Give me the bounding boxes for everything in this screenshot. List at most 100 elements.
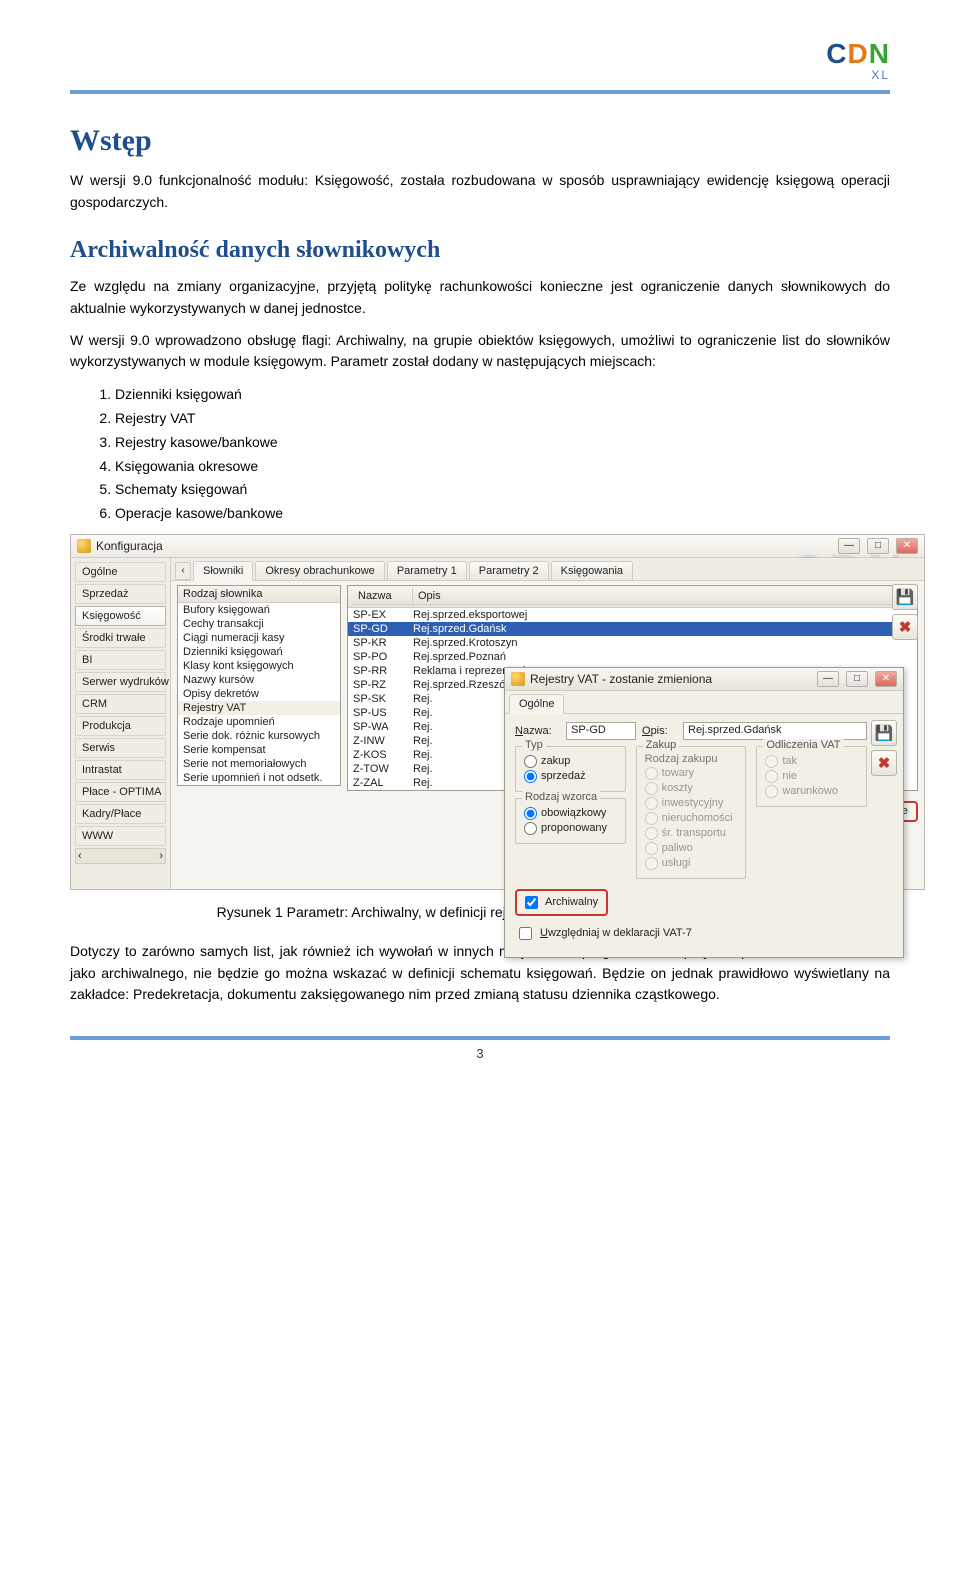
radio-paliwo: paliwo bbox=[645, 842, 738, 855]
value-row[interactable]: SP-EXRej.sprzed.eksportowej bbox=[348, 608, 917, 622]
config-window: Konfiguracja — □ ✕ CDN Ogólne Sprzedaż K… bbox=[70, 534, 925, 890]
col1-header: Rodzaj słownika bbox=[178, 586, 340, 603]
dict-row[interactable]: Dzienniki księgowań bbox=[178, 645, 340, 659]
dialog-close[interactable]: ✕ bbox=[875, 671, 897, 687]
logo: CDN XL bbox=[826, 40, 890, 82]
tab-ksiegowania[interactable]: Księgowania bbox=[551, 561, 633, 580]
dict-row[interactable]: Klasy kont księgowych bbox=[178, 659, 340, 673]
dict-row[interactable]: Serie kompensat bbox=[178, 743, 340, 757]
para-2: Ze względu na zmiany organizacyjne, przy… bbox=[70, 276, 890, 319]
group-zakup: Zakup Rodzaj zakupu towary koszty inwest… bbox=[636, 746, 747, 879]
tab-parametry2[interactable]: Parametry 2 bbox=[469, 561, 549, 580]
group-odliczenia: Odliczenia VAT tak nie warunkowo bbox=[756, 746, 867, 807]
sidebar-scrollbar[interactable]: ‹› bbox=[75, 848, 166, 864]
radio-zakup[interactable]: zakup bbox=[524, 755, 617, 768]
dict-row[interactable]: Opisy dekretów bbox=[178, 687, 340, 701]
radio-sprzedaz[interactable]: sprzedaż bbox=[524, 770, 617, 783]
zakup-sublabel: Rodzaj zakupu bbox=[645, 753, 738, 765]
dict-row[interactable]: Serie dok. różnic kursowych bbox=[178, 729, 340, 743]
config-titlebar[interactable]: Konfiguracja — □ ✕ bbox=[71, 535, 924, 558]
sidebar-item-www[interactable]: WWW bbox=[75, 826, 166, 846]
sidebar-item-serwer[interactable]: Serwer wydruków bbox=[75, 672, 166, 692]
dialog-archive-label: Archiwalny bbox=[545, 896, 598, 908]
maximize-button[interactable]: □ bbox=[867, 538, 889, 554]
dialog-archive-highlighted[interactable]: Archiwalny bbox=[515, 889, 608, 916]
sidebar-item-ksiegowosc[interactable]: Księgowość bbox=[75, 606, 166, 626]
dict-row[interactable]: Serie upomnień i not odsetk. bbox=[178, 771, 340, 785]
radio-nie: nie bbox=[765, 770, 858, 783]
list-item: Księgowania okresowe bbox=[115, 455, 890, 479]
radio-towary: towary bbox=[645, 767, 738, 780]
config-tabstrip: ‹ Słowniki Okresy obrachunkowe Parametry… bbox=[171, 558, 924, 581]
group-rodzaj-wzorca: Rodzaj wzorca obowiązkowy proponowany bbox=[515, 798, 626, 844]
dict-row[interactable]: Serie not memoriałowych bbox=[178, 757, 340, 771]
dialog-save-icon[interactable]: 💾 bbox=[871, 720, 897, 746]
dialog-icon bbox=[511, 672, 525, 686]
feature-list: Dzienniki księgowań Rejestry VAT Rejestr… bbox=[70, 383, 890, 526]
tab-slowniki[interactable]: Słowniki bbox=[193, 561, 253, 581]
heading-wstep: Wstęp bbox=[70, 124, 890, 158]
sidebar-item-sprzedaz[interactable]: Sprzedaż bbox=[75, 584, 166, 604]
tabs-scroll-left[interactable]: ‹ bbox=[175, 562, 191, 580]
sidebar-item-srodki[interactable]: Środki trwałe bbox=[75, 628, 166, 648]
dict-row-selected[interactable]: Rejestry VAT bbox=[178, 701, 340, 715]
opis-input[interactable]: Rej.sprzed.Gdańsk bbox=[683, 722, 867, 740]
logo-letter-n: N bbox=[869, 38, 890, 69]
sidebar-item-intrastat[interactable]: Intrastat bbox=[75, 760, 166, 780]
page-number: 3 bbox=[476, 1046, 483, 1061]
logo-letter-d: D bbox=[848, 38, 869, 69]
value-row[interactable]: SP-KRRej.sprzed.Krotoszyn bbox=[348, 636, 917, 650]
nazwa-label: Nazwa: bbox=[515, 725, 560, 737]
dialog-title: Rejestry VAT - zostanie zmieniona bbox=[530, 672, 810, 686]
vat-registry-dialog: Rejestry VAT - zostanie zmieniona — □ ✕ … bbox=[504, 667, 904, 958]
config-sidebar: Ogólne Sprzedaż Księgowość Środki trwałe… bbox=[71, 558, 171, 889]
value-row-selected[interactable]: SP-GDRej.sprzed.Gdańsk bbox=[348, 622, 917, 636]
sidebar-item-serwis[interactable]: Serwis bbox=[75, 738, 166, 758]
radio-obowiazkowy[interactable]: obowiązkowy bbox=[524, 807, 617, 820]
dialog-tab-ogolne[interactable]: Ogólne bbox=[509, 694, 564, 714]
para-3: W wersji 9.0 wprowadzono obsługę flagi: … bbox=[70, 330, 890, 373]
dict-row[interactable]: Rodzaje upomnień bbox=[178, 715, 340, 729]
group-typ: Typ zakup sprzedaż bbox=[515, 746, 626, 792]
save-icon[interactable]: 💾 bbox=[892, 584, 918, 610]
dict-row[interactable]: Bufory księgowań bbox=[178, 603, 340, 617]
dict-row[interactable]: Ciągi numeracji kasy bbox=[178, 631, 340, 645]
sidebar-item-bi[interactable]: BI bbox=[75, 650, 166, 670]
vat7-label: Uwzględniaj w deklaracji VAT-7 bbox=[540, 927, 692, 939]
dialog-maximize[interactable]: □ bbox=[846, 671, 868, 687]
tab-okresy[interactable]: Okresy obrachunkowe bbox=[255, 561, 384, 580]
sidebar-item-place-optima[interactable]: Płace - OPTIMA bbox=[75, 782, 166, 802]
logo-letter-c: C bbox=[826, 38, 847, 69]
dictionary-type-list[interactable]: Rodzaj słownika Bufory księgowań Cechy t… bbox=[177, 585, 341, 786]
vat7-checkbox[interactable] bbox=[519, 927, 532, 940]
vat7-checkbox-row[interactable]: Uwzględniaj w deklaracji VAT-7 bbox=[515, 924, 867, 943]
opis-label: Opis: bbox=[642, 725, 677, 737]
sidebar-item-kadry-place[interactable]: Kadry/Płace bbox=[75, 804, 166, 824]
dict-row[interactable]: Nazwy kursów bbox=[178, 673, 340, 687]
dialog-titlebar[interactable]: Rejestry VAT - zostanie zmieniona — □ ✕ bbox=[505, 668, 903, 691]
radio-proponowany[interactable]: proponowany bbox=[524, 822, 617, 835]
tab-parametry1[interactable]: Parametry 1 bbox=[387, 561, 467, 580]
sidebar-item-crm[interactable]: CRM bbox=[75, 694, 166, 714]
value-row[interactable]: SP-PORej.sprzed.Poznań bbox=[348, 650, 917, 664]
dict-row[interactable]: Cechy transakcji bbox=[178, 617, 340, 631]
radio-sr-transportu: śr. transportu bbox=[645, 827, 738, 840]
radio-uslugi: usługi bbox=[645, 857, 738, 870]
page-footer: 3 bbox=[70, 1036, 890, 1061]
logo-sub: XL bbox=[826, 68, 890, 82]
close-button[interactable]: ✕ bbox=[896, 538, 918, 554]
list-item: Rejestry kasowe/bankowe bbox=[115, 431, 890, 455]
list-item: Dzienniki księgowań bbox=[115, 383, 890, 407]
radio-nieruchomosci: nieruchomości bbox=[645, 812, 738, 825]
sidebar-item-ogolne[interactable]: Ogólne bbox=[75, 562, 166, 582]
dialog-minimize[interactable]: — bbox=[817, 671, 839, 687]
page-header: CDN XL bbox=[70, 40, 890, 94]
heading-archiwalnosc: Archiwalność danych słownikowych bbox=[70, 237, 890, 264]
cancel-icon[interactable]: ✖ bbox=[892, 614, 918, 640]
minimize-button[interactable]: — bbox=[838, 538, 860, 554]
dialog-archive-checkbox[interactable] bbox=[525, 896, 538, 909]
nazwa-input[interactable]: SP-GD bbox=[566, 722, 636, 740]
dialog-cancel-icon[interactable]: ✖ bbox=[871, 750, 897, 776]
sidebar-item-produkcja[interactable]: Produkcja bbox=[75, 716, 166, 736]
para-1: W wersji 9.0 funkcjonalność modułu: Księ… bbox=[70, 170, 890, 213]
